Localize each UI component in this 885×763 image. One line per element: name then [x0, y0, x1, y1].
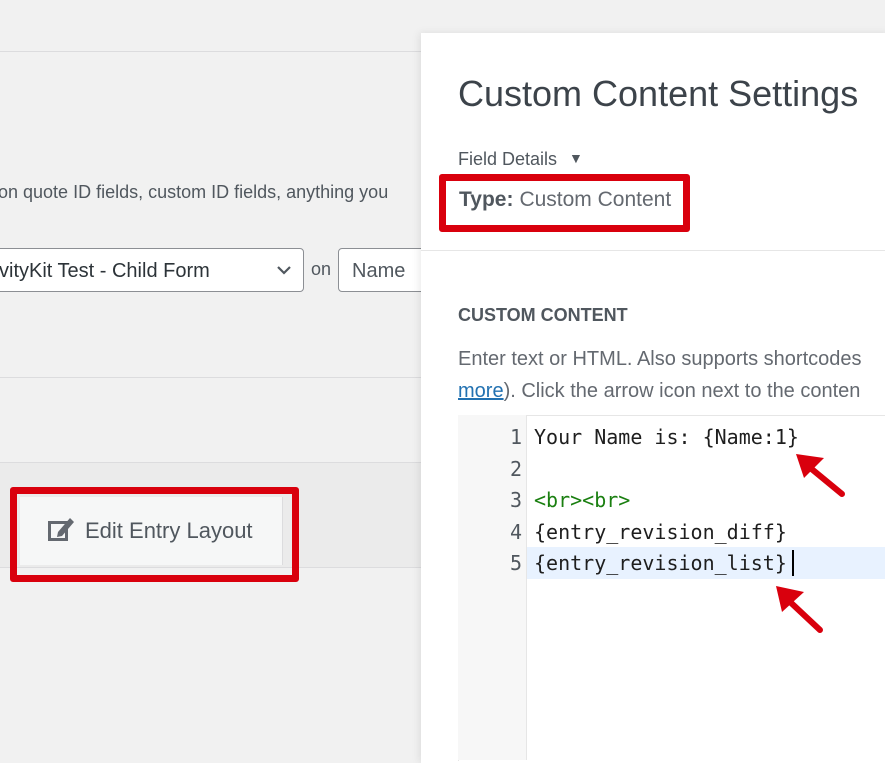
section-heading: CUSTOM CONTENT — [458, 305, 628, 325]
edit-entry-layout-label[interactable]: Edit Entry Layout — [85, 518, 253, 544]
code-line[interactable]: Your Name is: {Name:1} — [534, 425, 799, 449]
panel-title: Custom Content Settings — [458, 73, 859, 114]
type-key: Type: — [459, 188, 514, 211]
red-arrow-icon — [776, 586, 823, 633]
chevron-down-icon — [277, 266, 291, 275]
field-description: on quote ID fields, custom ID fields, an… — [0, 182, 389, 202]
text-cursor — [792, 550, 794, 576]
type-value: Custom Content — [519, 188, 672, 211]
code-line[interactable]: {entry_revision_list} — [534, 551, 787, 575]
divider — [0, 51, 430, 52]
line-number: 2 — [509, 457, 522, 481]
line-number: 1 — [509, 425, 522, 449]
field-details-toggle[interactable]: Field Details ▼ — [458, 149, 583, 170]
learn-more-link[interactable]: more — [458, 380, 504, 402]
red-arrow-icon — [796, 454, 845, 497]
caret-down-icon[interactable]: ▼ — [569, 150, 583, 166]
line-number: 4 — [509, 520, 522, 544]
line-number: 3 — [509, 488, 522, 512]
edit-icon — [48, 518, 74, 541]
divider — [0, 377, 430, 378]
field-details-label[interactable]: Field Details — [458, 149, 557, 169]
form-select[interactable]: vityKit Test - Child Form — [0, 248, 304, 292]
field-type: Type: Custom Content — [459, 188, 671, 212]
code-line[interactable]: {entry_revision_diff} — [534, 520, 787, 544]
field-select-value: Name — [352, 260, 406, 282]
help-text: more). Click the arrow icon next to the … — [458, 380, 860, 403]
help-text: Enter text or HTML. Also supports shortc… — [458, 348, 862, 370]
divider — [421, 250, 885, 251]
code-line[interactable]: <br><br> — [534, 488, 630, 512]
help-text-continued: ). Click the arrow icon next to the cont… — [503, 380, 861, 402]
on-label: on — [311, 259, 332, 279]
line-number: 5 — [509, 551, 522, 575]
form-select-value: vityKit Test - Child Form — [0, 260, 210, 282]
